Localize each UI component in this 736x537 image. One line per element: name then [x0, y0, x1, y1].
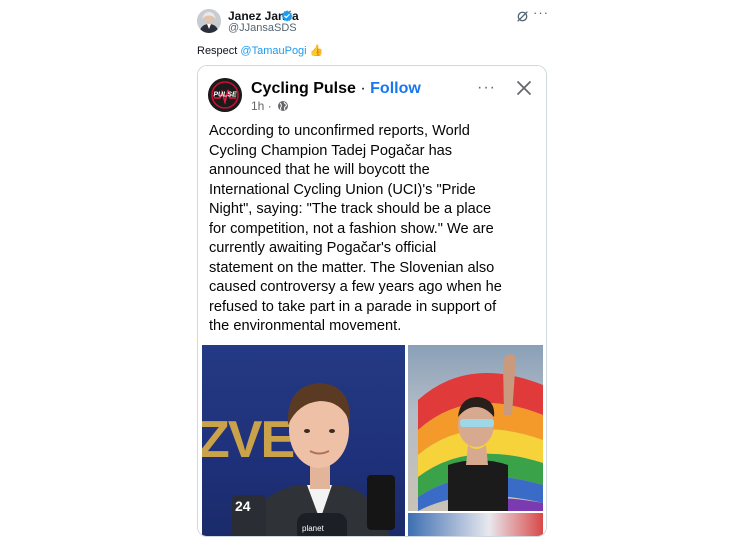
post-body-line: Night", saying: "The track should be a p…	[209, 201, 492, 217]
photo-pride-drawing	[418, 354, 543, 511]
follow-button: Follow	[370, 80, 421, 97]
post-options-icon: ···	[477, 79, 496, 96]
mention-link[interactable]: @TamauPogi	[240, 45, 306, 57]
post-meta: 1h ·	[251, 99, 289, 113]
avatar-image	[197, 9, 221, 33]
post-body-line: caused controversy a few years ago when …	[209, 279, 502, 295]
post-timestamp: 1h	[251, 99, 265, 113]
meta-separator: ·	[267, 99, 272, 113]
close-icon	[517, 81, 531, 95]
post-body-line: currently awaiting Pogačar's official	[209, 240, 437, 256]
tweet-text: Respect @TamauPogi 👍	[197, 44, 323, 58]
photo-cyclist-drawing: ZVE 24 planet	[202, 383, 395, 536]
verified-badge-icon	[281, 10, 293, 22]
post-body-line: International Cycling Union (UCI)'s "Pri…	[209, 181, 476, 198]
globe-icon	[278, 101, 289, 111]
page-header: Cycling Pulse · Follow	[251, 79, 421, 98]
mic-badge-text: 24	[235, 498, 251, 514]
post-body-line: statement on the matter. The Slovenian a…	[209, 259, 495, 276]
mic-label-text: planet	[302, 524, 325, 533]
post-body-line: refused to take part in a parade in supp…	[209, 298, 497, 315]
tweet-text-prefix: Respect	[197, 45, 241, 57]
embedded-image[interactable]: PULSE Cycling Pulse · Follow 1h · ··· Ac…	[197, 65, 547, 537]
photo-third	[408, 513, 543, 536]
author-avatar[interactable]	[197, 9, 221, 33]
pulse-logo-icon: PULSE	[208, 78, 242, 112]
tweet: Janez Janša @JJansaSDS ··· Respect @Tama…	[0, 0, 736, 537]
post-body-line: announced that he will boycott the	[209, 162, 430, 178]
post-body-line: According to unconfirmed reports, World	[209, 123, 470, 139]
more-icon[interactable]: ···	[533, 6, 549, 20]
backdrop-text: ZVE	[202, 411, 293, 469]
post-body: According to unconfirmed reports, World …	[209, 122, 539, 337]
photo-pride-parade	[408, 345, 543, 511]
cycling-pulse-logo: PULSE	[208, 78, 242, 112]
grok-icon[interactable]	[516, 10, 529, 23]
post-body-line: the environmental movement.	[209, 318, 402, 334]
header-separator: ·	[360, 80, 366, 97]
page-name: Cycling Pulse	[251, 80, 356, 97]
post-body-line: for competition, not a fashion show." We…	[209, 220, 494, 237]
facebook-post-screenshot: PULSE Cycling Pulse · Follow 1h · ··· Ac…	[198, 66, 546, 536]
thumbs-up-emoji: 👍	[309, 45, 324, 57]
author-handle[interactable]: @JJansaSDS	[228, 22, 297, 35]
post-body-line: Cycling Champion Tadej Pogačar has	[209, 142, 453, 159]
logo-text: PULSE	[213, 92, 237, 99]
photo-cyclist-interview: ZVE 24 planet	[202, 345, 405, 536]
